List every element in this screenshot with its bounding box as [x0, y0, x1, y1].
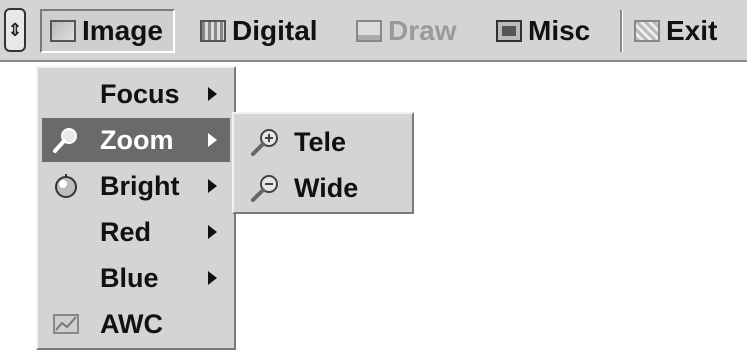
submenu-arrow-icon — [208, 133, 217, 147]
submenu-arrow-icon — [208, 179, 217, 193]
menu-digital[interactable]: Digital — [200, 9, 318, 53]
menu-item-focus[interactable]: Focus — [42, 72, 230, 116]
menu-misc[interactable]: Misc — [496, 9, 590, 53]
menu-exit-label: Exit — [666, 15, 718, 46]
menu-digital-label: Digital — [232, 15, 318, 46]
misc-icon — [496, 20, 522, 42]
zoom-out-icon — [251, 175, 278, 202]
magnifier-icon — [53, 128, 77, 153]
menu-image[interactable]: Image — [40, 9, 175, 53]
awc-icon — [53, 314, 79, 334]
menu-draw-label: Draw — [388, 15, 457, 46]
submenu-item-tele[interactable]: Tele — [242, 120, 410, 164]
menu-item-awc-label: AWC — [100, 308, 163, 339]
submenu-arrow-icon — [208, 225, 217, 239]
zoom-submenu: Tele Wide — [232, 112, 414, 214]
menu-item-bright[interactable]: Bright — [42, 164, 230, 208]
submenu-item-tele-label: Tele — [294, 126, 347, 157]
menu-item-blue[interactable]: Blue — [42, 256, 230, 300]
menu-item-red[interactable]: Red — [42, 210, 230, 254]
menu-image-label: Image — [82, 15, 163, 46]
menu-misc-label: Misc — [528, 15, 591, 46]
menu-item-awc[interactable]: AWC — [42, 302, 230, 346]
digital-icon — [200, 20, 226, 42]
menu-exit[interactable]: Exit — [634, 9, 717, 53]
menu-bar: ⇕ Image Digital Draw Misc Exit — [0, 0, 747, 62]
menu-separator — [620, 10, 623, 52]
submenu-item-wide-label: Wide — [294, 172, 359, 203]
menu-item-focus-label: Focus — [100, 78, 180, 109]
menu-item-blue-label: Blue — [100, 262, 159, 293]
bright-icon — [55, 174, 77, 198]
menu-item-red-label: Red — [100, 216, 152, 247]
menu-item-zoom-label: Zoom — [100, 124, 174, 155]
menu-item-bright-label: Bright — [100, 170, 180, 201]
exit-icon — [634, 20, 660, 42]
submenu-arrow-icon — [208, 271, 217, 285]
zoom-in-icon — [251, 129, 278, 156]
drag-handle-icon[interactable]: ⇕ — [4, 8, 26, 52]
draw-icon — [356, 20, 382, 42]
menu-draw: Draw — [356, 9, 456, 53]
submenu-arrow-icon — [208, 87, 217, 101]
image-dropdown-menu: Focus Zoom Bright Red Blue AWC — [36, 66, 236, 350]
screen: ⇕ Image Digital Draw Misc Exit Focus Zoo… — [0, 0, 747, 351]
submenu-item-wide[interactable]: Wide — [242, 166, 410, 210]
menu-item-zoom[interactable]: Zoom — [42, 118, 230, 162]
image-icon — [50, 20, 76, 42]
